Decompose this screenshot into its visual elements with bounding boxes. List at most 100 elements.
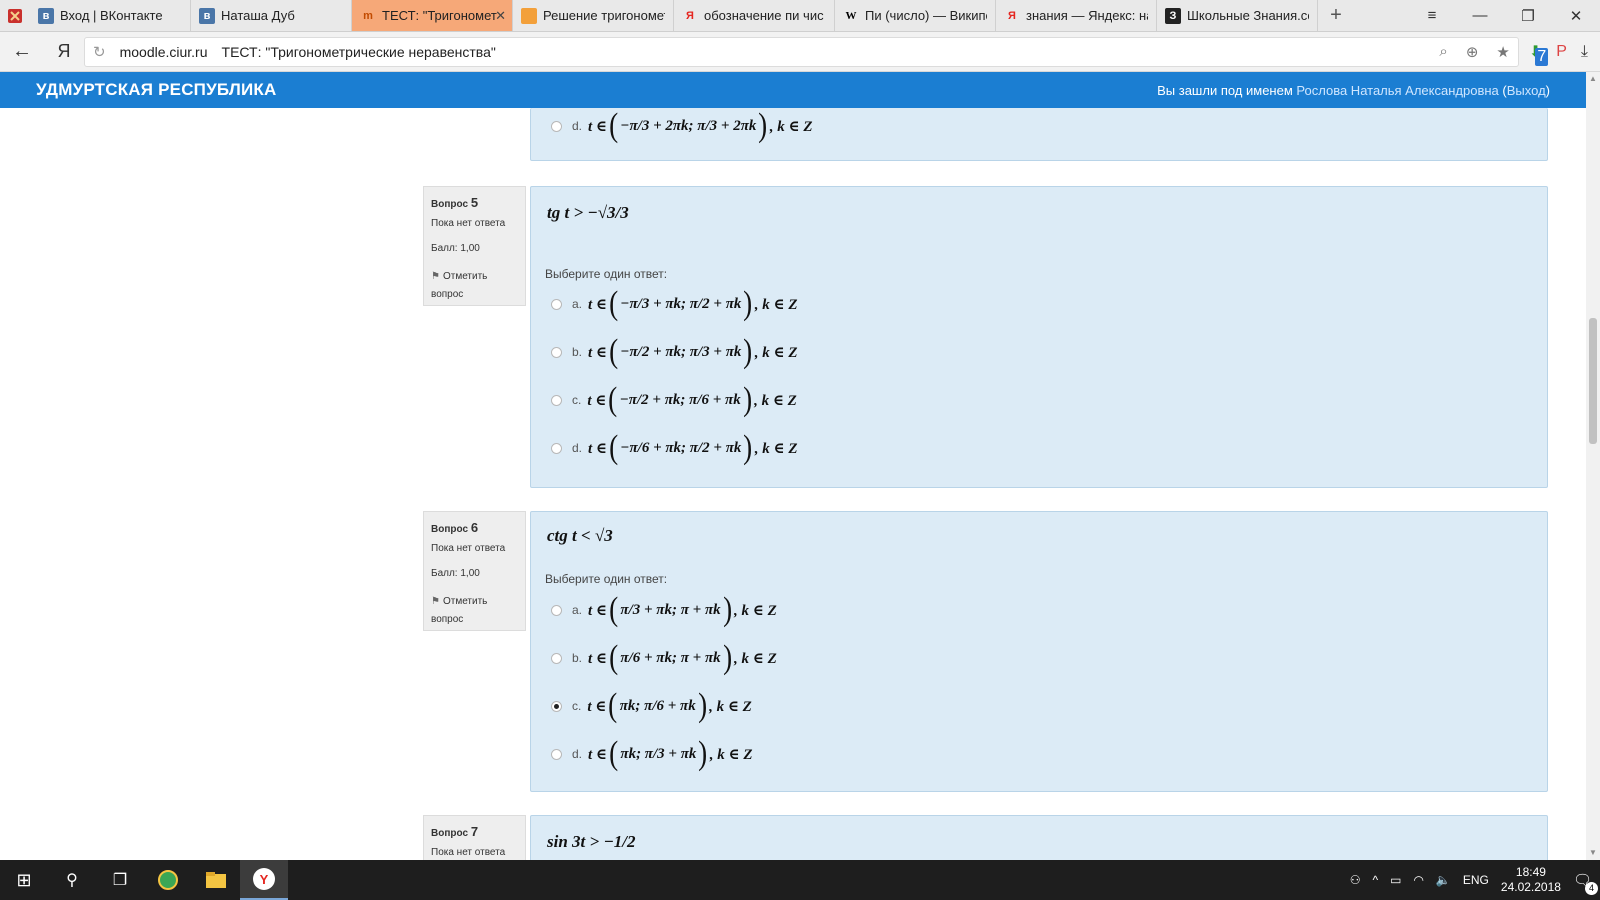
browser-menu-icon[interactable] bbox=[0, 0, 30, 31]
question-text: sin 3t > −1/2 bbox=[547, 832, 636, 851]
url-field[interactable]: ↻ moodle.ciur.ru ТЕСТ: "Тригонометрическ… bbox=[84, 36, 1519, 67]
hamburger-menu-icon[interactable]: ≡ bbox=[1408, 0, 1456, 31]
clock[interactable]: 18:49 24.02.2018 bbox=[1501, 865, 1561, 895]
flag-question-link[interactable]: ⚑ Отметить вопрос bbox=[431, 268, 518, 304]
site-name[interactable]: УДМУРТСКАЯ РЕСПУБЛИКА bbox=[36, 80, 276, 100]
formula-prefix: t ∈ bbox=[588, 602, 608, 619]
answer-radio[interactable] bbox=[551, 748, 562, 760]
formula-prefix: t ∈ bbox=[588, 650, 608, 667]
file-explorer-icon[interactable] bbox=[192, 860, 240, 900]
tab-vk-natasha[interactable]: в Наташа Дуб bbox=[191, 0, 352, 31]
tab-yandex-pi[interactable]: Я обозначение пи чис bbox=[674, 0, 835, 31]
formula-suffix: , k ∈ Z bbox=[754, 440, 798, 457]
formula-open-paren: ( bbox=[609, 107, 619, 144]
formula-close-paren: ) bbox=[697, 687, 707, 724]
scroll-down-arrow-icon[interactable]: ▼ bbox=[1586, 846, 1600, 860]
people-icon[interactable]: ⚇ bbox=[1350, 873, 1361, 887]
reload-icon[interactable]: ↻ bbox=[93, 43, 106, 61]
page-scrollbar[interactable]: ▲ ▼ bbox=[1586, 72, 1600, 860]
bookmark-star-icon[interactable]: ★ bbox=[1496, 43, 1509, 61]
tab-wikipedia-pi[interactable]: W Пи (число) — Википе bbox=[835, 0, 996, 31]
battery-icon[interactable]: ▭ bbox=[1390, 873, 1401, 887]
answer-option[interactable]: a. t ∈(−π/3 + πk; π/2 + πk), k ∈ Z bbox=[551, 286, 798, 322]
flag-question-link[interactable]: ⚑ Отметить вопрос bbox=[431, 593, 518, 629]
orange-circle-icon bbox=[521, 7, 537, 24]
answer-option[interactable]: c. t ∈(πk; π/6 + πk), k ∈ Z bbox=[551, 688, 752, 724]
tab-yandex-znania[interactable]: Я знания — Яндекс: на bbox=[996, 0, 1157, 31]
answer-radio[interactable] bbox=[551, 652, 562, 664]
answer-radio[interactable] bbox=[551, 442, 562, 454]
formula-prefix: t ∈ bbox=[587, 698, 607, 715]
volume-icon[interactable]: 🔈 bbox=[1436, 873, 1451, 887]
question-number-value: 7 bbox=[470, 824, 479, 839]
formula-close-paren: ) bbox=[722, 591, 732, 628]
question-6-content: ctg t < √3 Выберите один ответ: a. t ∈(π… bbox=[530, 511, 1548, 792]
vk-icon: в bbox=[38, 7, 54, 24]
logout-link[interactable]: Выход bbox=[1507, 83, 1546, 98]
wifi-icon[interactable]: ◠ bbox=[1413, 873, 1423, 887]
yandex-home-icon[interactable]: Я bbox=[44, 41, 84, 62]
windows-start-icon[interactable]: ⊞ bbox=[0, 860, 48, 900]
answer-prompt: Выберите один ответ: bbox=[545, 267, 668, 281]
pdf-extension-icon[interactable]: P bbox=[1556, 43, 1567, 61]
notification-count: 4 bbox=[1585, 882, 1598, 895]
new-tab-button[interactable]: + bbox=[1318, 0, 1354, 31]
answer-option[interactable]: a. t ∈(π/3 + πk; π + πk), k ∈ Z bbox=[551, 592, 777, 628]
answer-radio[interactable] bbox=[551, 394, 562, 406]
answer-option[interactable]: c. t ∈(−π/2 + πk; π/6 + πk), k ∈ Z bbox=[551, 382, 797, 418]
yandex-icon: Я bbox=[686, 9, 694, 22]
answer-option[interactable]: b. t ∈(−π/2 + πk; π/3 + πk), k ∈ Z bbox=[551, 334, 798, 370]
scrollbar-thumb[interactable] bbox=[1589, 318, 1597, 444]
answer-option[interactable]: b. t ∈(π/6 + πk; π + πk), k ∈ Z bbox=[551, 640, 777, 676]
folder-icon bbox=[206, 872, 226, 888]
close-window-icon[interactable]: ✕ bbox=[1552, 0, 1600, 31]
question-label: Вопрос bbox=[431, 828, 469, 839]
protect-icon[interactable]: ⊕ bbox=[1466, 43, 1479, 61]
language-indicator[interactable]: ENG bbox=[1463, 873, 1489, 887]
tab-title: Школьные Знания.со bbox=[1187, 8, 1309, 23]
answer-radio[interactable] bbox=[551, 298, 562, 310]
chevron-up-icon[interactable]: ^ bbox=[1372, 873, 1378, 887]
formula-open-paren: ( bbox=[609, 591, 619, 628]
tab-title: ТЕСТ: "Тригономет bbox=[382, 8, 497, 23]
back-arrow-icon[interactable]: ← bbox=[0, 40, 44, 63]
download-extension-icon[interactable]: ⬇7 bbox=[1529, 42, 1549, 66]
question-5-content: tg t > −√3/3 Выберите один ответ: a. t ∈… bbox=[530, 186, 1548, 488]
app-globe-icon[interactable] bbox=[144, 860, 192, 900]
formula-close-paren: ) bbox=[698, 735, 708, 772]
question-7-content: sin 3t > −1/2 bbox=[530, 815, 1548, 860]
task-view-icon[interactable]: ❐ bbox=[96, 860, 144, 900]
answer-letter: b. bbox=[572, 651, 583, 665]
minimize-icon[interactable]: — bbox=[1456, 0, 1504, 31]
yandex-browser-taskbar-icon[interactable]: Y bbox=[240, 860, 288, 900]
notification-center-icon[interactable]: 🗨 4 bbox=[1573, 871, 1598, 895]
formula-interval: π/3 + πk; π + πk bbox=[620, 601, 721, 618]
logout-close-paren: ) bbox=[1545, 82, 1550, 98]
formula-interval: −π/3 + 2πk; π/3 + 2πk bbox=[620, 117, 757, 134]
url-icons: ⌕ ⊕ ★ bbox=[1439, 43, 1509, 61]
globe-app-icon bbox=[158, 870, 178, 890]
tab-school-znania[interactable]: З Школьные Знания.со bbox=[1157, 0, 1318, 31]
tab-vk-login[interactable]: в Вход | ВКонтакте bbox=[30, 0, 191, 31]
answer-radio[interactable] bbox=[551, 604, 562, 616]
restore-icon[interactable]: ❐ bbox=[1504, 0, 1552, 31]
answer-radio[interactable] bbox=[551, 120, 562, 132]
answer-radio[interactable] bbox=[551, 346, 562, 358]
answer-prompt: Выберите один ответ: bbox=[545, 572, 668, 586]
answer-option[interactable]: d. t ∈(πk; π/3 + πk), k ∈ Z bbox=[551, 736, 753, 772]
login-prefix: Вы зашли под именем bbox=[1157, 82, 1293, 98]
scroll-up-arrow-icon[interactable]: ▲ bbox=[1586, 72, 1600, 86]
tab-test-active[interactable]: m ТЕСТ: "Тригономет ✕ bbox=[352, 0, 513, 31]
answer-option[interactable]: d. t ∈ ( −π/3 + 2πk; π/3 + 2πk ) , k ∈ Z bbox=[551, 108, 813, 144]
user-profile-link[interactable]: Рослова Наталья Александровна bbox=[1296, 83, 1498, 98]
close-tab-icon[interactable]: ✕ bbox=[495, 8, 506, 24]
tab-trig-solution[interactable]: Решение тригономет bbox=[513, 0, 674, 31]
search-icon[interactable]: ⚲ bbox=[48, 860, 96, 900]
address-bar: ← Я ↻ moodle.ciur.ru ТЕСТ: "Тригонометри… bbox=[0, 32, 1600, 72]
formula-suffix: , k ∈ Z bbox=[754, 296, 798, 313]
search-icon[interactable]: ⌕ bbox=[1439, 43, 1447, 61]
formula-close-paren: ) bbox=[722, 639, 732, 676]
answer-option[interactable]: d. t ∈(−π/6 + πk; π/2 + πk), k ∈ Z bbox=[551, 430, 798, 466]
downloads-icon[interactable]: ⤓ bbox=[1581, 43, 1588, 61]
answer-radio-selected[interactable] bbox=[551, 700, 562, 712]
